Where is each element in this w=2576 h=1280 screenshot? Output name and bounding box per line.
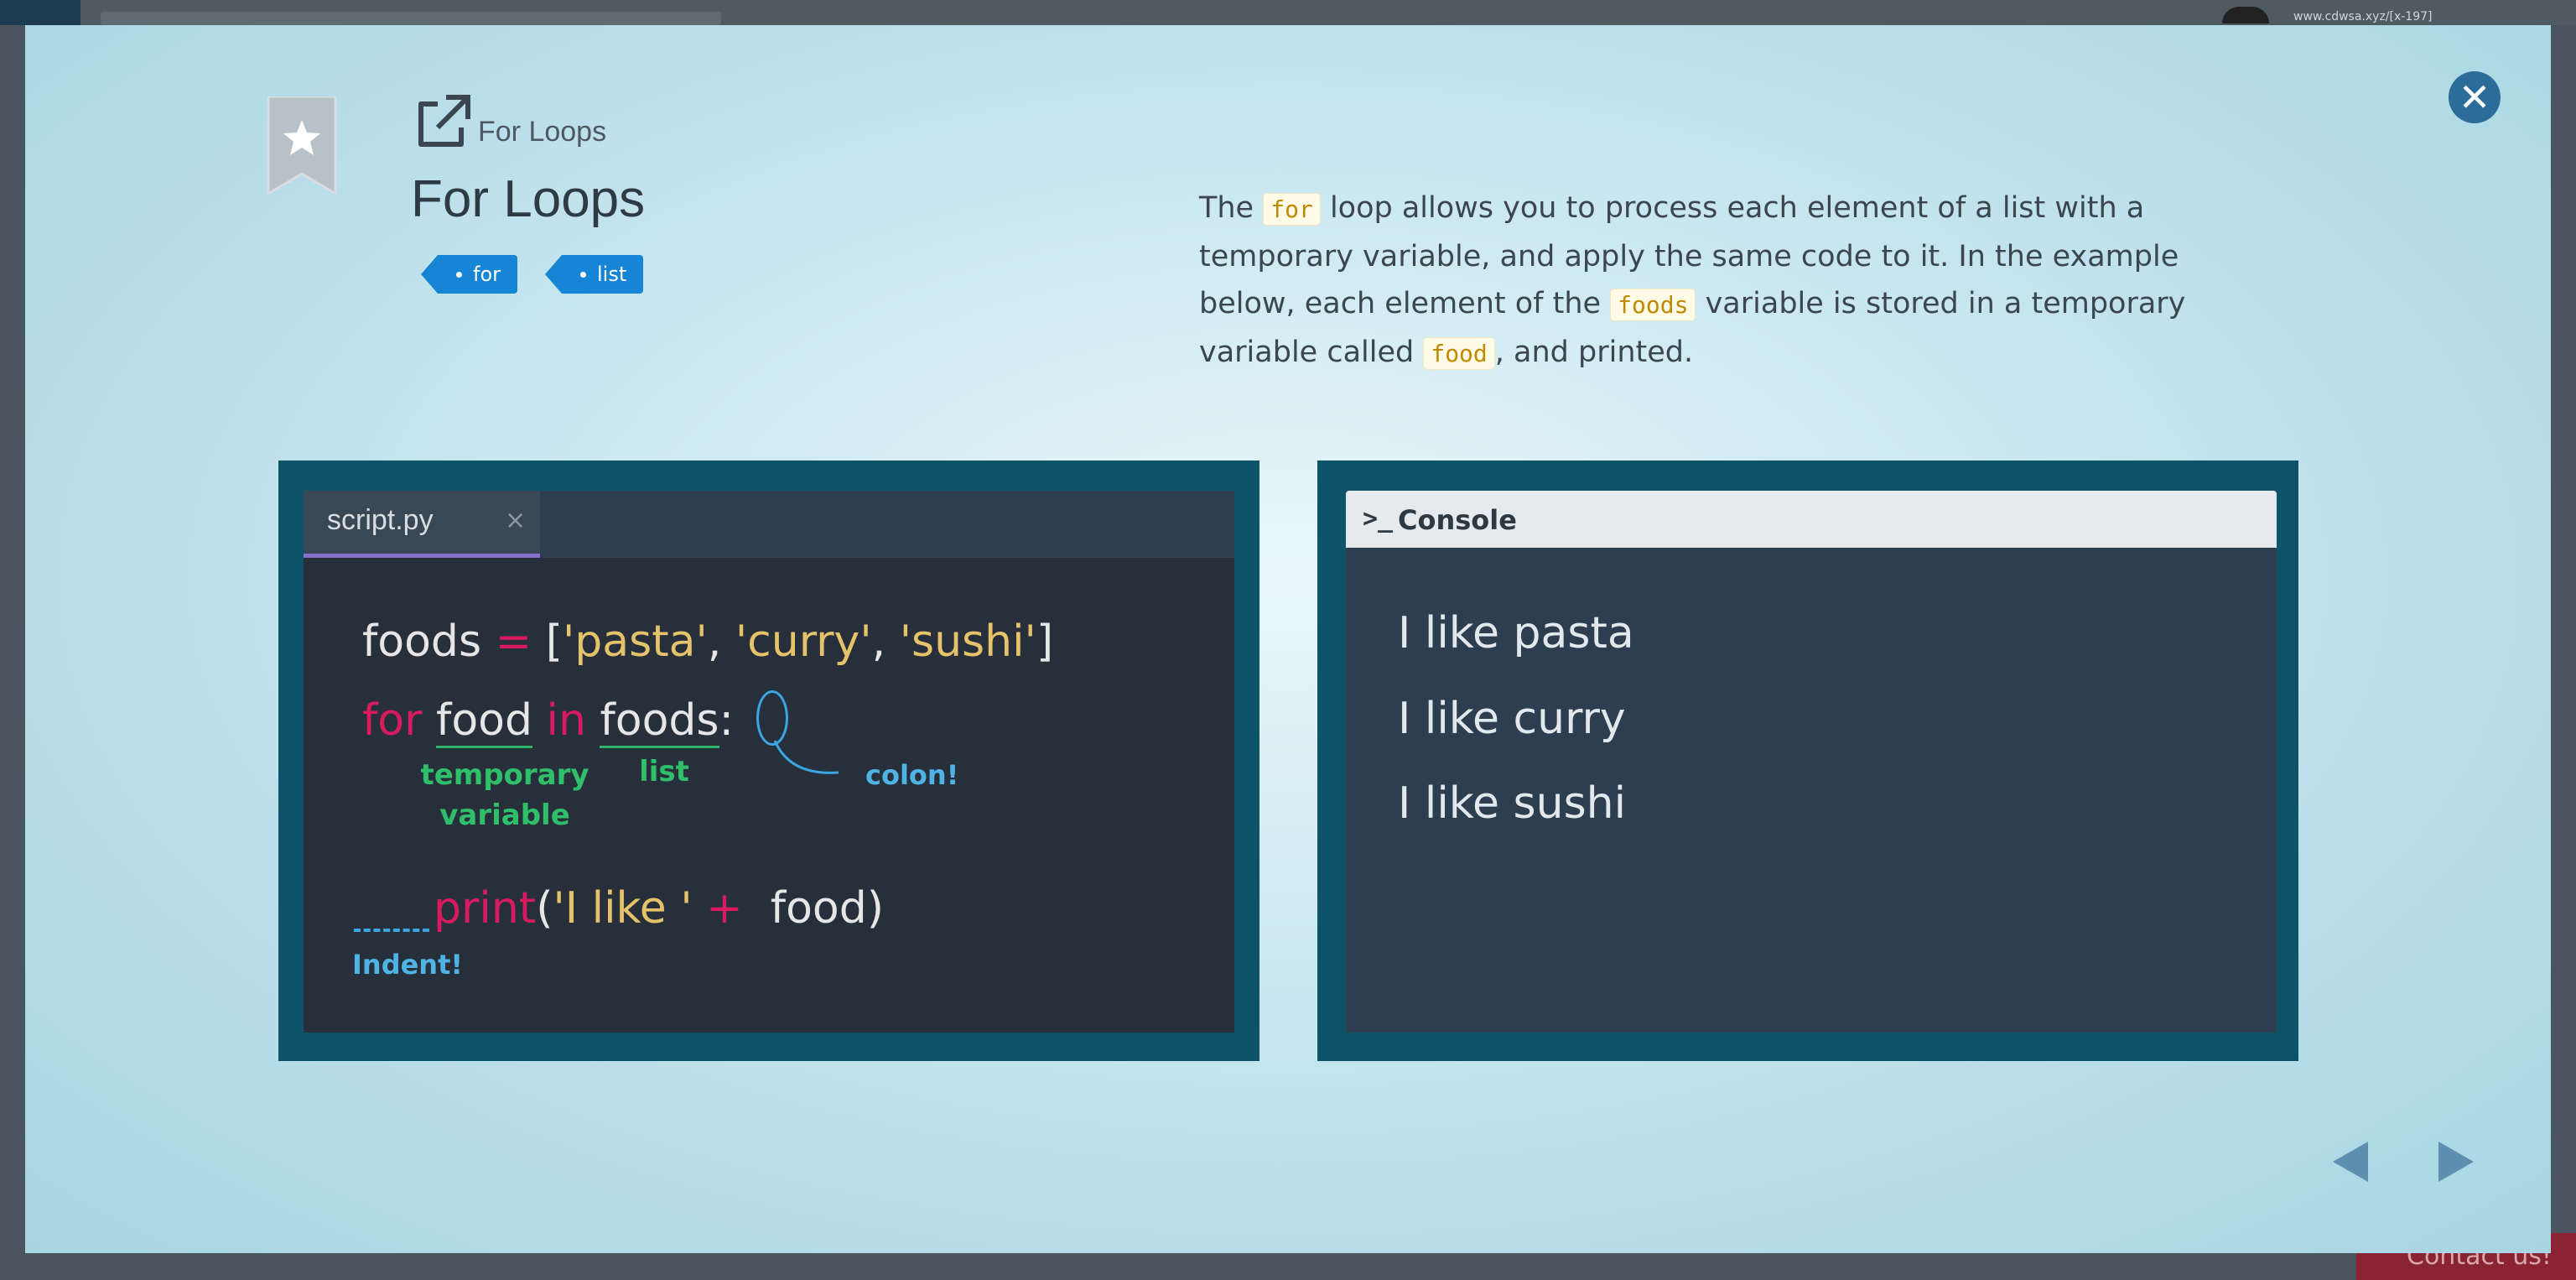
code-line-1: foods = ['pasta', 'curry', 'sushi'] <box>362 617 1054 667</box>
console-illustration: >_ Console I like pasta I like curry I l… <box>1317 460 2298 1061</box>
background-url: www.cdwsa.xyz/[x-197] <box>2293 10 2433 23</box>
background-left-edge <box>0 25 25 1255</box>
code-line-2: for food in foods: <box>362 695 734 748</box>
tab-close-icon: × <box>505 506 527 535</box>
avatar <box>2222 7 2269 23</box>
lesson-modal: ✕ For Loops For Loops for list The for l… <box>25 25 2551 1253</box>
page-title: For Loops <box>411 170 646 228</box>
note-list: list <box>639 755 689 788</box>
note-temporary-variable: temporary variable <box>420 758 589 832</box>
indent-marker <box>354 929 429 932</box>
tag-list[interactable]: list <box>544 255 644 294</box>
background-right-edge <box>2551 25 2576 1255</box>
external-link-icon[interactable] <box>413 92 473 153</box>
tab-label: script.py <box>327 504 434 536</box>
breadcrumb[interactable]: For Loops <box>478 116 606 148</box>
note-indent: Indent! <box>352 949 463 981</box>
inline-code-for: for <box>1263 193 1321 226</box>
background-address-bar <box>101 12 721 25</box>
console-header: >_ Console <box>1346 491 2277 548</box>
next-arrow-icon[interactable] <box>2428 1137 2479 1187</box>
console-panel: >_ Console I like pasta I like curry I l… <box>1346 491 2277 1033</box>
lesson-description: The for loop allows you to process each … <box>1199 191 2186 370</box>
colon-pointer-line <box>773 740 839 774</box>
close-icon[interactable]: ✕ <box>2449 71 2501 123</box>
code-editor: script.py × foods = ['pasta', 'curry', '… <box>304 491 1234 1033</box>
bookmark-icon[interactable] <box>267 96 337 194</box>
console-output-line: I like pasta <box>1398 608 1634 658</box>
console-output-line: I like sushi <box>1398 778 1627 829</box>
tab-script-py: script.py × <box>304 491 540 558</box>
background-bottom-edge <box>0 1253 2576 1280</box>
inline-code-foods: foods <box>1610 289 1696 321</box>
previous-arrow-icon[interactable] <box>2328 1137 2378 1187</box>
note-colon: colon! <box>865 759 959 791</box>
terminal-icon: >_ <box>1363 504 1394 533</box>
editor-tab-bar: script.py × <box>304 491 1234 558</box>
editor-illustration: script.py × foods = ['pasta', 'curry', '… <box>278 460 1259 1061</box>
inline-code-food: food <box>1423 337 1495 370</box>
code-line-3: print('I like ' + food) <box>434 883 885 934</box>
console-output-line: I like curry <box>1398 694 1626 744</box>
console-title: Console <box>1398 504 1517 536</box>
tag-for[interactable]: for <box>421 255 517 294</box>
